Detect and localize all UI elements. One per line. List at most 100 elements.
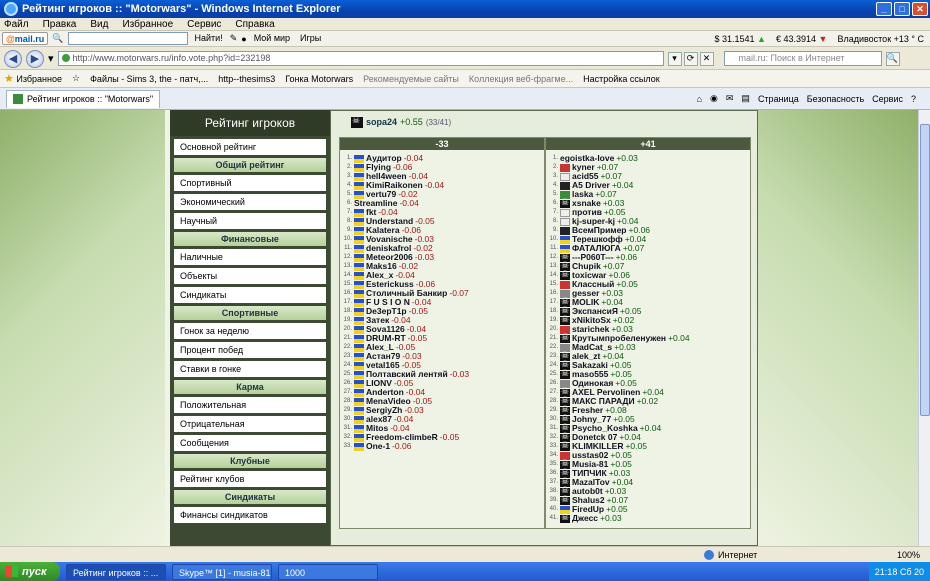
rank-number: 10. — [549, 236, 558, 242]
rank-number: 20. — [549, 326, 558, 332]
web-search-button[interactable]: 🔍 — [885, 51, 900, 66]
vote-value: -0.05 — [439, 432, 460, 442]
taskbar-item-1000[interactable]: 1000 — [278, 563, 378, 580]
tab-rating[interactable]: Рейтинг игроков :: "Motorwars" — [6, 89, 161, 108]
voter-avatar — [560, 198, 570, 208]
positive-votes-column: +41 1. egoistka-love +0.03 2. kyner +0.07 3. ac… — [545, 137, 751, 529]
favorites-button[interactable]: ★ Избранное — [4, 72, 62, 85]
weather[interactable]: Владивосток +13 ° C — [837, 34, 924, 44]
tools-menu[interactable]: Сервис — [872, 94, 903, 104]
rank-number: 16. — [343, 290, 352, 296]
toolbar-search-input[interactable] — [67, 32, 188, 45]
stop-icon[interactable]: ✕ — [699, 51, 714, 66]
voter-avatar — [560, 333, 570, 343]
voter-avatar — [354, 406, 364, 415]
address-dropdown-button[interactable]: ▾ — [667, 51, 682, 66]
home-icon[interactable]: ⌂ — [697, 94, 702, 104]
address-bar: ◀ ▶ ▾ http://www.motorwars.ru/info.vote.… — [0, 48, 930, 70]
rank-number: 37. — [549, 479, 558, 485]
mailru-logo[interactable]: @mail.ru — [2, 32, 49, 45]
fav-link-webslices[interactable]: Коллекция веб-фрагме... — [469, 74, 573, 84]
player-name[interactable]: sopa24 — [366, 117, 397, 127]
voter-avatar — [354, 352, 364, 361]
voter-avatar — [354, 361, 364, 370]
fav-link-customize[interactable]: Настройка ссылок — [583, 74, 660, 84]
menu-favorites[interactable]: Избранное — [122, 18, 173, 30]
menu-view[interactable]: Вид — [90, 18, 108, 30]
security-zone[interactable]: Интернет — [704, 549, 757, 560]
voter-avatar — [560, 163, 570, 172]
menu-help[interactable]: Справка — [235, 18, 274, 30]
close-button[interactable]: ✕ — [912, 2, 928, 16]
voter-name[interactable]: Джесс — [572, 514, 598, 523]
voter-avatar — [354, 181, 364, 190]
forward-button[interactable]: ▶ — [26, 49, 44, 68]
page-menu[interactable]: Страница — [758, 94, 799, 104]
fav-link-motorwars[interactable]: Гонка Motorwars — [285, 74, 353, 84]
scrollbar-thumb[interactable] — [920, 124, 930, 416]
positive-header: +41 — [546, 138, 750, 150]
sidebar-item-win-percent[interactable]: Процент побед — [174, 342, 326, 358]
rank-number: 12. — [343, 254, 352, 260]
sidebar-item-economic[interactable]: Экономический — [174, 194, 326, 210]
pencil-icon[interactable]: ✎ — [230, 33, 238, 44]
voter-avatar — [560, 172, 570, 181]
print-icon[interactable]: ▤ — [741, 93, 750, 104]
zoom-level[interactable]: 100% — [897, 550, 930, 560]
sidebar-item-syndicate-finance[interactable]: Финансы синдикатов — [174, 507, 326, 523]
refresh-icon[interactable]: ⟳ — [683, 51, 698, 66]
sidebar-item-main-rating[interactable]: Основной рейтинг — [174, 139, 326, 155]
sidebar-item-objects[interactable]: Объекты — [174, 268, 326, 284]
taskbar-item-ie[interactable]: Рейтинг игроков :: ... — [66, 563, 166, 580]
maximize-button[interactable]: □ — [894, 2, 910, 16]
sidebar-item-science[interactable]: Научный — [174, 213, 326, 229]
feeds-icon[interactable]: ◉ — [710, 93, 718, 104]
rank-number: 12. — [549, 254, 558, 260]
dropdown-icon[interactable]: ▾ — [48, 52, 54, 65]
sidebar-item-syndicates[interactable]: Синдикаты — [174, 287, 326, 303]
fav-link-recommended[interactable]: Рекомендуемые сайты — [363, 74, 459, 84]
taskbar-item-skype[interactable]: Skype™ [1] - musia-81 — [172, 563, 272, 580]
voter-avatar — [354, 415, 364, 424]
voter-row: 33. One-1 -0.06 — [343, 442, 544, 451]
mail-icon[interactable]: ✉ — [726, 93, 734, 104]
negative-header: -33 — [340, 138, 544, 150]
positive-votes-list: 1. egoistka-love +0.03 2. kyner +0.07 3. acid55… — [546, 150, 750, 523]
vote-value: +0.02 — [636, 396, 659, 406]
minimize-button[interactable]: _ — [876, 2, 892, 16]
vote-value: +0.04 — [668, 333, 690, 343]
help-icon[interactable]: ? — [911, 94, 916, 104]
sidebar-item-club-rating[interactable]: Рейтинг клубов — [174, 471, 326, 487]
url-input[interactable]: http://www.motorwars.ru/info.vote.php?id… — [57, 51, 664, 66]
page-scrollbar[interactable] — [918, 110, 930, 546]
voter-avatar — [354, 208, 364, 217]
negative-votes-list: 1. Аудитор -0.04 2. Flying -0.06 3. hell4ween -0… — [340, 150, 544, 451]
web-search-input[interactable]: mail.ru: Поиск в Интернет — [723, 51, 882, 66]
fav-link-sims[interactable]: Файлы - Sims 3, the - патч,... — [90, 74, 208, 84]
fav-link-thesims3[interactable]: http--thesims3 — [218, 74, 275, 84]
sidebar-item-positive[interactable]: Положительная — [174, 397, 326, 413]
voter-avatar — [354, 298, 364, 307]
my-world-button[interactable]: Мой мир — [251, 32, 293, 45]
sidebar-item-messages[interactable]: Сообщения — [174, 435, 326, 451]
sidebar-item-negative[interactable]: Отрицательная — [174, 416, 326, 432]
voter-avatar — [354, 343, 364, 352]
sidebar-item-weekly-races[interactable]: Гонок за неделю — [174, 323, 326, 339]
sidebar-item-cash[interactable]: Наличные — [174, 249, 326, 265]
rank-number: 7. — [552, 209, 558, 215]
menu-file[interactable]: Файл — [4, 18, 29, 30]
safety-menu[interactable]: Безопасность — [807, 94, 864, 104]
sidebar-item-race-bets[interactable]: Ставки в гонке — [174, 361, 326, 377]
sidebar-item-sport[interactable]: Спортивный — [174, 175, 326, 191]
start-button[interactable]: пуск — [0, 562, 60, 581]
vote-value: -0.07 — [449, 288, 469, 298]
back-button[interactable]: ◀ — [4, 49, 22, 68]
voter-name[interactable]: One-1 — [366, 442, 390, 451]
menu-tools[interactable]: Сервис — [187, 18, 221, 30]
menu-edit[interactable]: Правка — [43, 18, 77, 30]
find-button[interactable]: Найти! — [192, 32, 226, 45]
rank-number: 1. — [346, 155, 352, 161]
games-button[interactable]: Игры — [297, 32, 324, 45]
add-favorite-icon[interactable]: ☆ — [72, 73, 80, 84]
clock[interactable]: 21:18 Сб 20 — [875, 567, 924, 577]
